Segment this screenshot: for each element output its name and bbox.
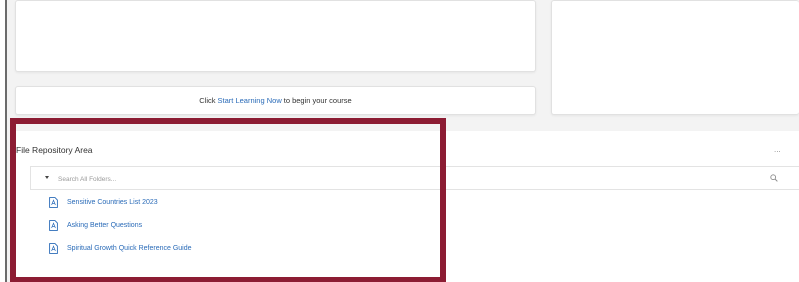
- file-label[interactable]: Asking Better Questions: [67, 222, 142, 229]
- file-label[interactable]: Spiritual Growth Quick Reference Guide: [67, 245, 192, 252]
- cta-prefix: Click: [199, 96, 216, 105]
- start-learning-link[interactable]: Start Learning Now: [218, 96, 282, 105]
- file-label[interactable]: Sensitive Countries List 2023: [67, 199, 158, 206]
- repository-title: File Repository Area: [16, 145, 93, 155]
- file-item[interactable]: Sensitive Countries List 2023: [49, 197, 158, 208]
- search-input[interactable]: [58, 172, 738, 186]
- more-options-icon[interactable]: ...: [774, 145, 781, 154]
- caret-down-icon[interactable]: [45, 176, 49, 179]
- start-learning-message: Click Start Learning Now to begin your c…: [15, 86, 536, 115]
- side-card: [551, 0, 799, 115]
- document-icon: [49, 197, 58, 208]
- file-item[interactable]: Asking Better Questions: [49, 220, 142, 231]
- document-icon: [49, 220, 58, 231]
- content-card: [15, 0, 536, 72]
- search-icon[interactable]: [770, 174, 778, 182]
- cta-suffix: to begin your course: [283, 96, 352, 105]
- file-item[interactable]: Spiritual Growth Quick Reference Guide: [49, 243, 192, 254]
- document-icon: [49, 243, 58, 254]
